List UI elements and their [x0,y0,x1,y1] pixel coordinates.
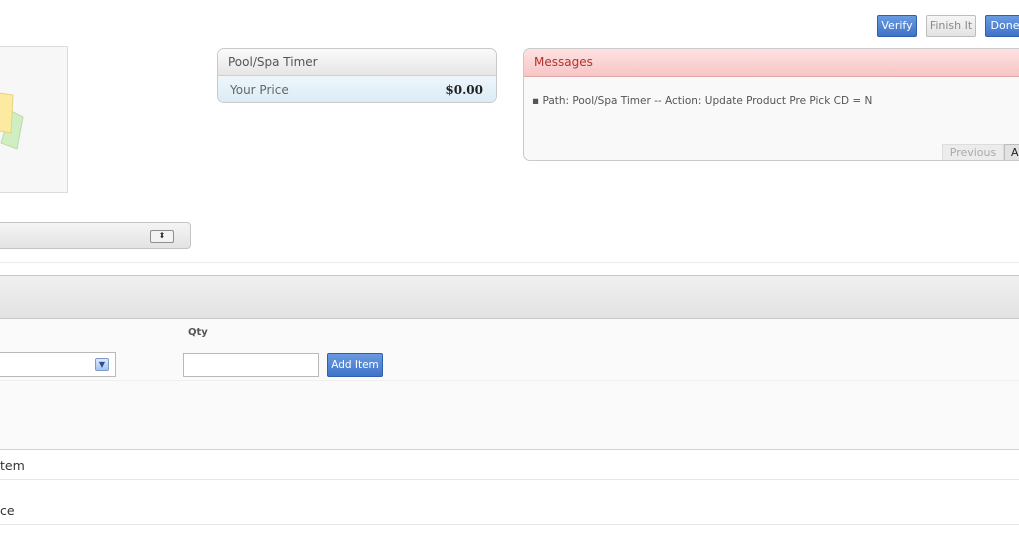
messages-title: Messages [524,49,1019,77]
row-divider [0,524,1019,525]
qty-input[interactable] [183,353,319,377]
item-row-label: tem [0,458,25,473]
bullet-icon: ▪ [532,95,540,107]
spinner-toggle-icon[interactable]: ⬍ [150,230,174,243]
qty-label: Qty [188,327,208,338]
chevron-down-icon[interactable]: ▼ [95,358,109,371]
your-price-value: $0.00 [445,83,483,97]
verify-button[interactable]: Verify [877,15,917,37]
price-panel: Pool/Spa Timer Your Price $0.00 [217,48,497,103]
price-panel-title: Pool/Spa Timer [218,49,496,76]
divider [0,262,1019,263]
section-header-bar [0,275,1019,319]
previous-button[interactable]: Previous [942,144,1004,160]
message-item: ▪ Path: Pool/Spa Timer -- Action: Update… [532,95,872,107]
row-divider [0,479,1019,480]
item-select[interactable]: ▼ [0,352,116,377]
product-image [0,46,68,193]
divider [0,380,1019,381]
message-text: Path: Pool/Spa Timer -- Action: Update P… [542,95,873,107]
all-button[interactable]: All [1004,144,1019,160]
add-item-button[interactable]: Add Item [327,353,383,377]
your-price-row: Your Price $0.00 [218,76,496,102]
done-button[interactable]: Done [985,15,1019,37]
price-row-label: ce [0,503,15,518]
product-thumbnail-icon [0,92,24,150]
messages-panel: Messages ▪ Path: Pool/Spa Timer -- Actio… [523,48,1019,161]
add-item-form [0,319,1019,450]
finish-it-button[interactable]: Finish It [926,15,976,37]
your-price-label: Your Price [230,83,289,97]
option-selector[interactable]: ⬍ [0,222,191,249]
